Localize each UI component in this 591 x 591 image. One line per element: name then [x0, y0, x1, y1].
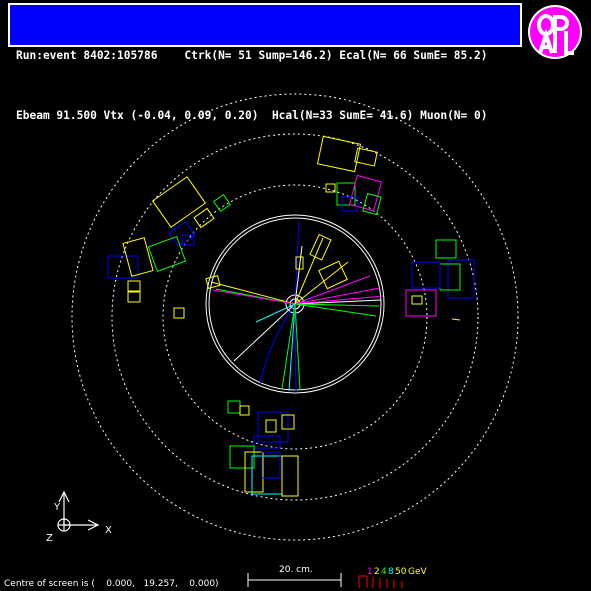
energy-scale-value: 8	[388, 567, 394, 577]
track	[281, 303, 296, 390]
jet-hit-box	[309, 233, 332, 261]
calo-cluster	[151, 176, 207, 228]
screen-centre-readout: Centre of screen is ( 0.000, 19.257, 0.0…	[4, 579, 219, 589]
calo-cluster	[193, 207, 215, 229]
calo-cluster	[257, 411, 289, 443]
track	[210, 281, 296, 305]
calo-cluster	[451, 318, 461, 321]
event-display: Y X Z 20. cm. 1 2 4 8 50 GeV Centre of s…	[4, 93, 519, 589]
axis-indicator	[57, 490, 100, 532]
calo-cluster	[439, 263, 461, 291]
z-axis-label: Z	[46, 533, 53, 544]
track	[294, 275, 371, 305]
energy-scale: 1 2 4 8 50 GeV	[358, 567, 428, 588]
calo-cluster	[362, 192, 382, 216]
track	[233, 303, 296, 362]
calo-cluster	[251, 455, 283, 495]
calo-cluster	[281, 455, 299, 497]
calo-cluster	[265, 419, 277, 433]
calo-cluster	[173, 307, 185, 319]
energy-scale-value: 50	[395, 567, 407, 577]
calo-cluster	[227, 400, 241, 414]
calo-cluster	[127, 280, 141, 292]
y-axis-label: Y	[53, 502, 61, 513]
calo-cluster	[447, 259, 475, 299]
calo-cluster	[405, 289, 437, 317]
calo-cluster	[127, 291, 141, 303]
energy-scale-value: 1	[367, 567, 373, 577]
scale-bar	[247, 573, 342, 587]
track	[294, 295, 384, 305]
calo-cluster	[239, 405, 250, 416]
x-axis-label: X	[105, 525, 112, 536]
calo-cluster	[435, 239, 457, 259]
track	[288, 303, 296, 392]
calo-cluster	[229, 445, 255, 469]
track	[259, 303, 296, 385]
track	[212, 289, 296, 305]
calo-cluster	[316, 135, 362, 173]
calo-cluster	[411, 295, 423, 305]
energy-scale-value: 4	[381, 567, 387, 577]
calo-cluster	[107, 255, 139, 279]
energy-scale-unit: GeV	[408, 567, 428, 577]
scale-label: 20. cm.	[279, 565, 313, 575]
calo-cluster	[147, 236, 187, 272]
energy-scale-value: 2	[374, 567, 380, 577]
